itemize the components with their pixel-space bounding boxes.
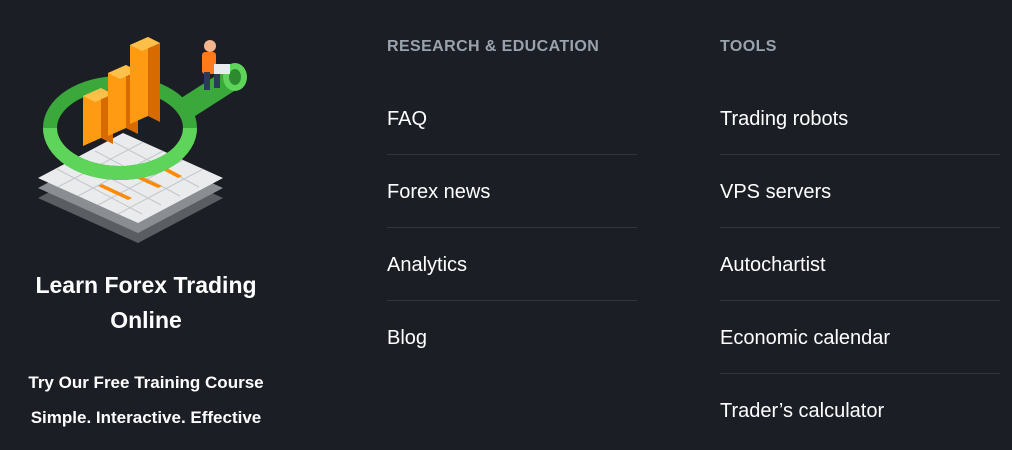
column-heading-tools: TOOLS: [720, 38, 777, 55]
list-item: Trader’s calculator: [720, 374, 1000, 447]
promo-subtitle: Try Our Free Training Course: [28, 373, 264, 392]
list-item: FAQ: [387, 82, 637, 155]
research-menu-list: FAQ Forex news Analytics Blog: [387, 82, 637, 374]
forex-news-link[interactable]: Forex news: [387, 181, 490, 204]
economic-calendar-link[interactable]: Economic calendar: [720, 327, 890, 350]
list-item: Blog: [387, 301, 637, 374]
promo-title: Learn Forex Trading Online: [35, 272, 257, 333]
list-item: VPS servers: [720, 155, 1000, 228]
list-item: Economic calendar: [720, 301, 1000, 374]
list-item: Autochartist: [720, 228, 1000, 301]
magnifier-chart-illustration: [38, 37, 247, 243]
list-item: Forex news: [387, 155, 637, 228]
traders-calculator-link[interactable]: Trader’s calculator: [720, 400, 884, 423]
analytics-link[interactable]: Analytics: [387, 254, 467, 277]
vps-servers-link[interactable]: VPS servers: [720, 181, 831, 204]
list-item: Trading robots: [720, 82, 1000, 155]
tools-menu-list: Trading robots VPS servers Autochartist …: [720, 82, 1000, 447]
promo-tagline: Simple. Interactive. Effective: [30, 408, 262, 427]
blog-link[interactable]: Blog: [387, 327, 427, 350]
list-item: Analytics: [387, 228, 637, 301]
trading-robots-link[interactable]: Trading robots: [720, 108, 848, 131]
column-heading-research: RESEARCH & EDUCATION: [387, 38, 600, 55]
promo-panel[interactable]: Learn Forex Trading Online Try Our Free …: [0, 0, 292, 450]
faq-link[interactable]: FAQ: [387, 108, 427, 131]
autochartist-link[interactable]: Autochartist: [720, 254, 826, 277]
